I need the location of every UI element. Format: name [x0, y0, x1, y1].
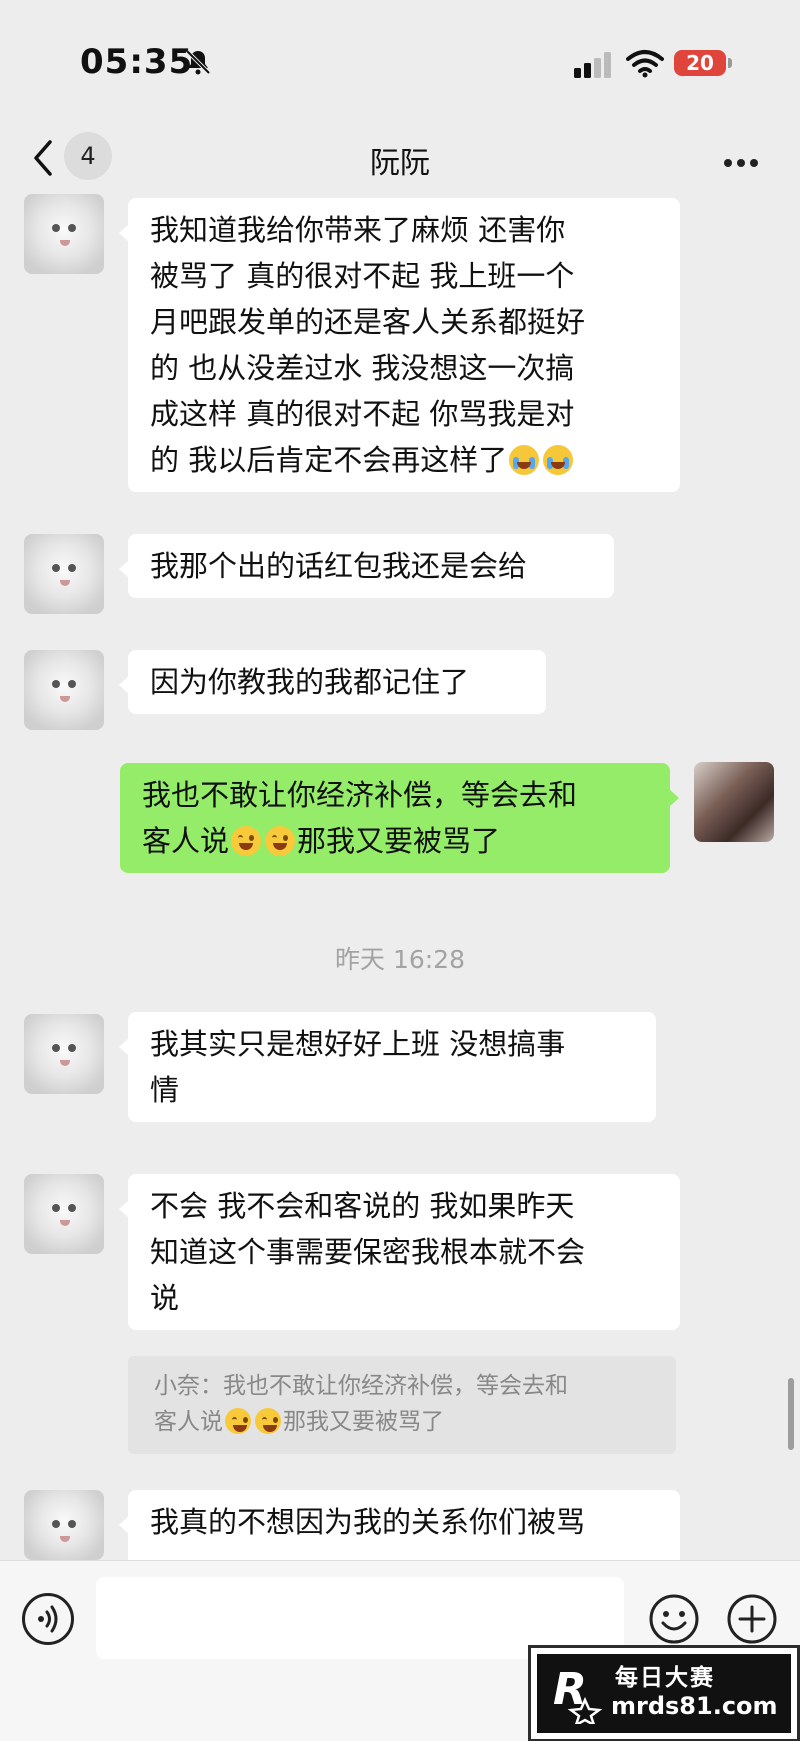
- message-bubble[interactable]: 我那个出的话红包我还是会给: [119, 534, 614, 598]
- status-bar: 05:35 20: [0, 0, 800, 120]
- message-line: 知道这个事需要保密我根本就不会: [150, 1235, 586, 1269]
- message-text: 客人说: [142, 824, 230, 858]
- laughing-tears-emoji-icon: [265, 826, 296, 856]
- message-line: 我其实只是想好好上班 没想搞事: [150, 1027, 566, 1061]
- message-line: 月吧跟发单的还是客人关系都挺好: [150, 305, 586, 339]
- signal-icon: [574, 52, 611, 78]
- quote-line-with-emoji: 客人说 那我又要被骂了: [154, 1404, 650, 1440]
- status-time: 05:35: [80, 42, 194, 82]
- message-text: 我那个出的话红包我还是会给: [150, 549, 528, 583]
- message-line-with-emoji: 的 我以后肯定不会再这样了: [150, 437, 658, 483]
- message-text: 因为你教我的我都记住了: [150, 665, 470, 699]
- watermark-logo: R: [553, 1664, 603, 1724]
- laughing-tears-emoji-icon: [255, 1408, 281, 1434]
- laughing-tears-emoji-icon: [231, 826, 262, 856]
- contact-avatar[interactable]: [24, 534, 104, 614]
- message-text: 我真的不想因为我的关系你们被骂: [150, 1505, 586, 1539]
- chat-header: 4 阮阮: [0, 120, 800, 200]
- wifi-icon: [626, 50, 664, 78]
- message-text: 的 我以后肯定不会再这样了: [150, 443, 508, 477]
- bell-slash-icon: [185, 49, 211, 75]
- contact-avatar[interactable]: [24, 650, 104, 730]
- voice-input-icon[interactable]: [22, 1593, 74, 1645]
- message-line: 说: [150, 1281, 180, 1315]
- emoji-icon[interactable]: [648, 1593, 700, 1645]
- message-line: 的 也从没差过水 我没想这一次搞: [150, 351, 575, 385]
- message-text: 那我又要被骂了: [297, 824, 501, 858]
- crying-emoji-icon: [543, 445, 574, 475]
- crying-emoji-icon: [509, 445, 540, 475]
- message-line: 被骂了 真的很对不起 我上班一个: [150, 259, 575, 293]
- watermark: R 每日大赛 mrds81.com: [528, 1645, 800, 1741]
- contact-avatar[interactable]: [24, 1490, 104, 1560]
- message-bubble[interactable]: 我其实只是想好好上班 没想搞事 情: [119, 1012, 656, 1122]
- chat-timestamp: 昨天 16:28: [335, 945, 465, 974]
- message-line: 不会 我不会和客说的 我如果昨天: [150, 1189, 575, 1223]
- message-line: 成这样 真的很对不起 你骂我是对: [150, 397, 575, 431]
- message-bubble[interactable]: 我真的不想因为我的关系你们被骂: [119, 1490, 680, 1560]
- message-bubble[interactable]: 我知道我给你带来了麻烦 还害你 被骂了 真的很对不起 我上班一个 月吧跟发单的还…: [119, 198, 680, 492]
- message-line: 我知道我给你带来了麻烦 还害你: [150, 213, 566, 247]
- quoted-message[interactable]: 小奈：我也不敢让你经济补偿，等会去和 客人说 那我又要被骂了: [128, 1356, 676, 1454]
- my-avatar[interactable]: [694, 762, 774, 842]
- laughing-tears-emoji-icon: [225, 1408, 251, 1434]
- message-line: 我也不敢让你经济补偿，等会去和: [142, 778, 578, 812]
- plus-icon[interactable]: [726, 1593, 778, 1645]
- message-bubble-outgoing[interactable]: 我也不敢让你经济补偿，等会去和 客人说 那我又要被骂了: [120, 763, 679, 873]
- contact-avatar[interactable]: [24, 194, 104, 274]
- contact-avatar[interactable]: [24, 1014, 104, 1094]
- message-bubble[interactable]: 不会 我不会和客说的 我如果昨天 知道这个事需要保密我根本就不会 说: [119, 1174, 680, 1330]
- message-bubble[interactable]: 因为你教我的我都记住了: [119, 650, 546, 714]
- chat-title: 阮阮: [370, 146, 430, 181]
- chat-scrollbar[interactable]: [788, 1378, 794, 1450]
- message-input-bar: R 每日大赛 mrds81.com: [0, 1560, 800, 1741]
- quote-text: 那我又要被骂了: [283, 1409, 444, 1435]
- message-line-with-emoji: 客人说 那我又要被骂了: [142, 818, 648, 864]
- quote-line: 小奈：我也不敢让你经济补偿，等会去和: [154, 1373, 568, 1399]
- quote-text: 客人说: [154, 1409, 223, 1435]
- watermark-url: mrds81.com: [611, 1692, 778, 1720]
- battery-indicator: 20: [674, 50, 732, 76]
- contact-avatar[interactable]: [24, 1174, 104, 1254]
- more-options-icon[interactable]: [724, 152, 764, 167]
- watermark-panel: R 每日大赛 mrds81.com: [537, 1654, 791, 1733]
- message-line: 情: [150, 1073, 180, 1107]
- watermark-text: 每日大赛: [615, 1665, 715, 1691]
